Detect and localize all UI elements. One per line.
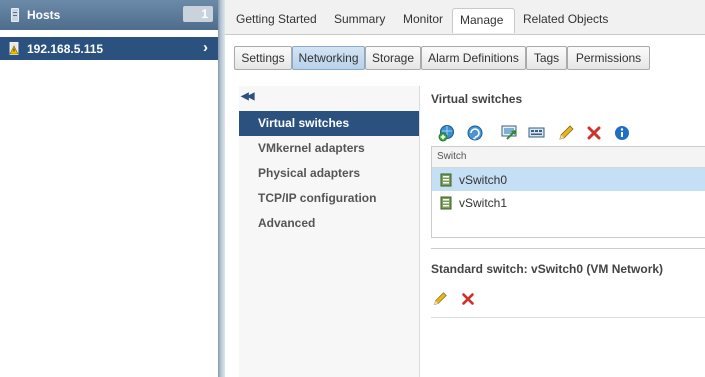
switch-icon [440, 196, 452, 210]
subtab-alarm-definitions[interactable]: Alarm Definitions [421, 46, 526, 70]
delete-icon[interactable] [460, 291, 476, 307]
table-row[interactable]: vSwitch1 [432, 191, 705, 214]
add-networking-icon[interactable] [438, 124, 456, 142]
top-tab-bar: Getting Started Summary Monitor Manage R… [225, 0, 705, 35]
switch-name: vSwitch0 [459, 173, 508, 187]
host-warning-icon [9, 42, 19, 55]
subtab-networking[interactable]: Networking [292, 46, 365, 70]
switch-grid: Switch vSwitch0 vSwitch1 [431, 146, 705, 238]
hosts-title: Hosts [27, 8, 61, 22]
menu-physical-adapters[interactable]: Physical adapters [239, 161, 419, 186]
subtab-tags[interactable]: Tags [526, 46, 567, 70]
subtab-permissions[interactable]: Permissions [567, 46, 650, 70]
refresh-icon[interactable] [466, 124, 484, 142]
host-ip-label: 192.168.5.115 [27, 42, 104, 56]
menu-tcpip-configuration[interactable]: TCP/IP configuration [239, 186, 419, 211]
collapse-left-icon[interactable]: ◀◀ [241, 91, 254, 102]
hosts-count-badge: 1 [183, 6, 213, 22]
tab-manage[interactable]: Manage [452, 8, 515, 33]
menu-advanced[interactable]: Advanced [239, 211, 419, 236]
host-icon [11, 8, 19, 22]
section-divider [431, 248, 705, 249]
tab-related-objects[interactable]: Related Objects [523, 12, 608, 26]
table-row[interactable]: vSwitch0 [432, 168, 705, 191]
switch-name: vSwitch1 [459, 196, 508, 210]
navigator-pane: Hosts 1 192.168.5.115 › [0, 0, 218, 377]
host-list-item[interactable]: 192.168.5.115 › [0, 37, 218, 60]
column-header-switch[interactable]: Switch [437, 151, 466, 162]
tab-getting-started[interactable]: Getting Started [236, 12, 317, 26]
standard-switch-title: Standard switch: vSwitch0 (VM Network) [431, 262, 664, 276]
switch-icon [440, 173, 452, 187]
pane-splitter[interactable] [218, 0, 225, 377]
section-divider [431, 317, 705, 318]
menu-vmkernel-adapters[interactable]: VMkernel adapters [239, 136, 419, 161]
subtab-settings[interactable]: Settings [234, 46, 292, 70]
delete-icon[interactable] [585, 124, 603, 142]
grid-header[interactable]: Switch [432, 147, 705, 168]
adapter-settings-icon[interactable] [528, 124, 546, 142]
chevron-right-icon[interactable]: › [203, 39, 208, 56]
networking-menu: ◀◀ Virtual switches VMkernel adapters Ph… [239, 86, 420, 377]
menu-virtual-switches[interactable]: Virtual switches [239, 111, 419, 136]
hosts-header[interactable]: Hosts 1 [0, 0, 218, 30]
edit-pencil-icon[interactable] [557, 124, 575, 142]
virtual-switches-title: Virtual switches [431, 92, 523, 106]
subtab-storage[interactable]: Storage [365, 46, 421, 70]
info-icon[interactable] [613, 124, 631, 142]
tab-summary[interactable]: Summary [334, 12, 385, 26]
tab-monitor[interactable]: Monitor [403, 12, 443, 26]
edit-pencil-icon[interactable] [432, 291, 448, 307]
migrate-icon[interactable] [501, 124, 519, 142]
